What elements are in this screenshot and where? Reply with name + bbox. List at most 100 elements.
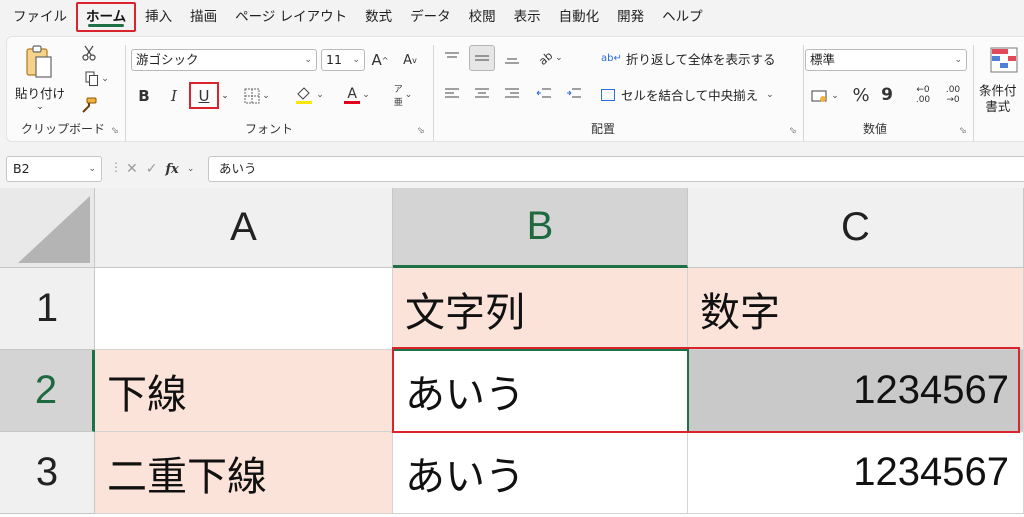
select-all-button[interactable] [0,188,95,268]
name-box[interactable]: B2 ⌄ [6,156,102,182]
separator [973,45,974,141]
borders-icon[interactable]: ⌄ [237,85,277,107]
cell-b3[interactable]: あいう [393,432,688,514]
column-header-b[interactable]: B [393,188,688,268]
chevron-down-icon[interactable]: ⌄ [187,164,195,174]
wrap-text-button[interactable]: ab↵ 折り返して全体を表示する [601,49,776,68]
decrease-decimal-button[interactable]: .00 →0 [941,81,965,109]
enter-icon[interactable]: ✓ [146,161,158,177]
font-color-label: A [347,85,357,102]
percent-label: % [852,84,870,106]
font-size-select[interactable]: 11 ⌄ [321,49,365,71]
cell-a1[interactable] [95,268,393,350]
dec-decimal-bottom: →0 [946,95,960,105]
paste-button[interactable]: 貼り付け [15,83,65,102]
italic-label: I [171,87,177,105]
cell-c2[interactable]: 1234567 [688,350,1024,432]
merge-center-button[interactable]: セルを結合して中央揃え ⌄ [601,85,774,104]
column-a-label: A [230,205,257,249]
column-header-c[interactable]: C [688,188,1024,268]
tab-help[interactable]: ヘルプ [653,2,712,32]
align-top-icon[interactable] [441,47,463,69]
tab-review[interactable]: 校閲 [460,2,505,32]
phonetic-guide-icon[interactable]: ア亜 ⌄ [385,83,421,108]
cell-a2[interactable]: 下線 [95,350,393,432]
format-painter-icon[interactable] [79,95,99,115]
chevron-down-icon: ⌄ [304,55,312,65]
increase-font-size-icon[interactable]: A ^ [369,49,391,71]
align-right-icon[interactable] [501,83,523,105]
formula-controls: ✕ ✓ fx ⌄ [120,156,204,182]
font-name-select[interactable]: 游ゴシック ⌄ [131,49,317,71]
orientation-icon[interactable]: ab ⌄ [533,47,569,69]
tab-developer[interactable]: 開発 [608,2,653,32]
increase-decimal-button[interactable]: ←0 .00 [911,81,935,109]
tab-page-layout[interactable]: ページ レイアウト [226,2,356,32]
font-size-value: 11 [326,52,342,67]
conditional-line1: 条件付 [979,83,1017,98]
decrease-indent-icon[interactable] [533,83,555,105]
ribbon-panel: 貼り付け ⌄ ⌄ クリップボード ⬂ 游ゴシック ⌄ 11 ⌄ A ^ Av B … [6,36,1024,142]
cell-b2[interactable]: あいう [393,350,688,432]
column-b-label: B [526,204,554,248]
paste-dropdown-icon[interactable]: ⌄ [33,101,47,113]
tab-insert[interactable]: 挿入 [136,2,181,32]
underline-dropdown-icon[interactable]: ⌄ [219,85,231,107]
paste-icon[interactable] [21,43,57,81]
conditional-formatting-button[interactable]: 条件付 書式 [979,83,1017,115]
copy-icon[interactable]: ⌄ [79,69,115,89]
font-launcher-icon[interactable]: ⬂ [417,126,425,136]
align-center-icon[interactable] [471,83,493,105]
cut-icon[interactable] [79,43,99,63]
cell-a3[interactable]: 二重下線 [95,432,393,514]
tab-home[interactable]: ホーム [76,2,137,32]
tab-draw[interactable]: 描画 [181,2,226,32]
percent-style-button[interactable]: % [851,83,871,107]
row-header-1[interactable]: 1 [0,268,95,350]
cancel-icon[interactable]: ✕ [126,161,138,177]
underline-button[interactable]: U [189,82,219,109]
italic-button[interactable]: I [165,85,183,107]
conditional-formatting-icon[interactable] [987,45,1021,75]
cell-b1[interactable]: 文字列 [393,268,688,350]
insert-function-icon[interactable]: fx [165,162,178,177]
fill-color-icon[interactable]: ⌄ [287,83,331,107]
cell-c3[interactable]: 1234567 [688,432,1024,514]
comma-style-button[interactable]: 9 [879,83,895,107]
tab-formulas[interactable]: 数式 [356,2,401,32]
tab-file[interactable]: ファイル [4,2,76,32]
increase-indent-icon[interactable] [563,83,585,105]
decrease-font-size-icon[interactable]: Av [399,49,421,71]
font-color-icon[interactable]: A ⌄ [337,83,377,107]
tab-data[interactable]: データ [401,2,460,32]
font-name-value: 游ゴシック [136,52,199,67]
alignment-launcher-icon[interactable]: ⬂ [789,126,797,136]
align-middle-icon[interactable] [469,45,495,71]
accounting-format-icon[interactable]: ⌄ [807,85,843,107]
chevron-down-icon: ⌄ [954,55,962,65]
number-format-select[interactable]: 標準 ⌄ [805,49,967,71]
font-group-label: フォント [245,122,294,136]
align-left-icon[interactable] [441,83,463,105]
merge-center-label: セルを結合して中央揃え [621,88,759,103]
bold-button[interactable]: B [135,85,153,107]
tab-automate[interactable]: 自動化 [550,2,609,32]
align-bottom-icon[interactable] [501,47,523,69]
clipboard-launcher-icon[interactable]: ⬂ [111,126,119,136]
row-3-label: 3 [35,450,59,494]
spreadsheet-grid: A B C 1 2 3 文字列 数字 下線 あいう 1234567 二重下線 あ… [0,188,1024,517]
underline-label: U [198,86,210,105]
tab-view[interactable]: 表示 [505,2,550,32]
row-header-2[interactable]: 2 [0,350,95,432]
row-header-3[interactable]: 3 [0,432,95,514]
inc-decimal-top: ←0 [916,85,930,95]
comma-label: 9 [881,85,893,105]
ribbon: 貼り付け ⌄ ⌄ クリップボード ⬂ 游ゴシック ⌄ 11 ⌄ A ^ Av B … [0,34,1024,146]
cell-c1[interactable]: 数字 [688,268,1024,350]
number-launcher-icon[interactable]: ⬂ [959,126,967,136]
number-group-label: 数値 [863,122,888,136]
column-header-a[interactable]: A [95,188,393,268]
chevron-down-icon: ⌄ [352,55,360,65]
menu-bar: ファイル ホーム 挿入 描画 ページ レイアウト 数式 データ 校閲 表示 自動… [0,0,1024,34]
formula-input[interactable]: あいう [208,156,1024,182]
